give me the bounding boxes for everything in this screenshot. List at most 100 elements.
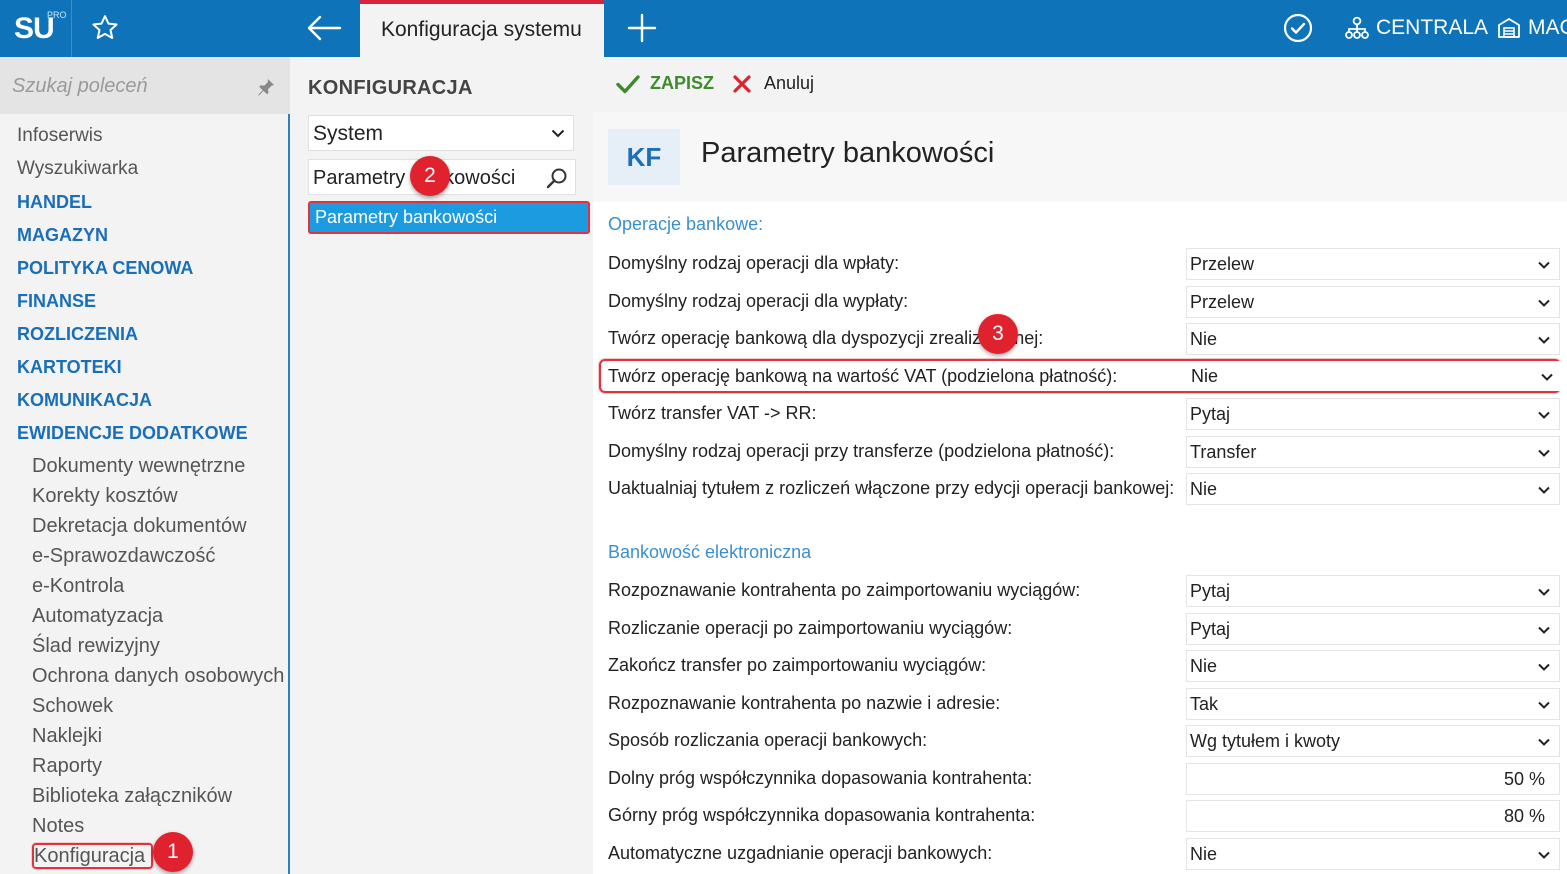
setting-value: 50 % [1503, 769, 1545, 789]
top-bar: SU PRO Konfiguracja systemu CENTRALA MAG [0, 0, 1567, 57]
chevron-down-icon [1541, 373, 1553, 381]
setting-select[interactable]: Pytaj [1186, 613, 1560, 645]
save-label: ZAPISZ [650, 73, 715, 93]
setting-select[interactable]: Nie [1186, 838, 1560, 870]
setting-number-input[interactable]: 50 % [1186, 763, 1560, 795]
setting-row: Zakończ transfer po zaimportowaniu wycią… [608, 650, 1560, 682]
plus-icon[interactable] [626, 12, 658, 44]
star-icon[interactable] [90, 13, 120, 43]
setting-select[interactable]: Nie [1186, 323, 1560, 355]
sidebar-item-dekretacja-dokumentow[interactable]: Dekretacja dokumentów [0, 514, 290, 544]
sidebar-item-e-kontrola[interactable]: e-Kontrola [0, 574, 290, 604]
module-code: KF [626, 142, 662, 172]
setting-label: Górny próg współczynnika dopasowania kon… [608, 805, 1036, 825]
setting-label: Twórz transfer VAT -> RR: [608, 403, 817, 423]
centrala-button[interactable]: CENTRALA [1344, 13, 1488, 43]
setting-label: Automatyczne uzgadnianie operacji bankow… [608, 843, 993, 863]
magazyn-button[interactable]: MAG [1496, 13, 1567, 43]
chevron-down-icon [1538, 486, 1550, 494]
setting-select[interactable]: Tak [1186, 688, 1560, 720]
sidebar-item-ochrona-danych[interactable]: Ochrona danych osobowych [0, 664, 290, 694]
setting-value: Wg tytułem i kwoty [1190, 731, 1341, 751]
setting-row: Automatyczne uzgadnianie operacji bankow… [608, 838, 1560, 870]
check-circle-icon[interactable] [1282, 12, 1314, 44]
setting-row: Rozliczanie operacji po zaimportowaniu w… [608, 613, 1560, 645]
toolbar: ZAPISZ Anuluj [600, 57, 1567, 112]
magazyn-label: MAG [1528, 16, 1567, 39]
setting-select[interactable]: Pytaj [1186, 575, 1560, 607]
chevron-down-icon [1538, 411, 1550, 419]
sidebar-item-raporty[interactable]: Raporty [0, 754, 290, 784]
setting-value: Nie [1191, 366, 1219, 386]
setting-value: Transfer [1190, 442, 1257, 462]
sidebar-item-notes[interactable]: Notes [0, 814, 290, 844]
sidebar-section-rozliczenia[interactable]: ROZLICZENIA [0, 322, 290, 355]
org-tree-icon [1345, 16, 1369, 39]
sidebar-item-automatyzacja[interactable]: Automatyzacja [0, 604, 290, 634]
sidebar-section-finanse[interactable]: FINANSE [0, 289, 290, 322]
setting-row: Domyślny rodzaj operacji dla wpłaty: Prz… [608, 248, 1560, 280]
setting-select[interactable]: Przelew [1186, 248, 1560, 280]
setting-select[interactable]: Nie [1186, 473, 1560, 505]
back-arrow-icon[interactable] [304, 12, 344, 44]
setting-select[interactable]: Nie [1186, 650, 1560, 682]
sidebar-section-magazyn[interactable]: MAGAZYN [0, 223, 290, 256]
setting-label: Rozpoznawanie kontrahenta po nazwie i ad… [608, 693, 1001, 713]
sidebar-item-slad-rewizyjny[interactable]: Ślad rewizyjny [0, 634, 290, 664]
setting-row: Uaktualniaj tytułem z rozliczeń włączone… [608, 473, 1560, 505]
sidebar-item-infoserwis[interactable]: Infoserwis [0, 124, 290, 157]
command-search-input[interactable] [12, 69, 242, 103]
setting-value: Pytaj [1190, 404, 1231, 424]
setting-label: Domyślny rodzaj operacji przy transferze… [608, 441, 1115, 461]
setting-select[interactable]: Wg tytułem i kwoty [1186, 725, 1560, 757]
chevron-down-icon [1538, 449, 1550, 457]
category-select[interactable]: System [308, 115, 574, 151]
chevron-down-icon [1538, 851, 1550, 859]
section-title-bankowosc-elektroniczna: Bankowość elektroniczna [608, 542, 812, 562]
setting-select[interactable]: Pytaj [1186, 398, 1560, 430]
app-logo[interactable]: SU PRO [14, 10, 67, 46]
chevron-down-icon [1538, 588, 1550, 596]
setting-value: Nie [1190, 844, 1218, 864]
page-title: Parametry bankowości [701, 137, 995, 169]
setting-number-input[interactable]: 80 % [1186, 800, 1560, 832]
sidebar-section-handel[interactable]: HANDEL [0, 190, 290, 223]
setting-label: Uaktualniaj tytułem z rozliczeń włączone… [608, 478, 1175, 498]
chevron-down-icon [1538, 626, 1550, 634]
setting-select[interactable]: Przelew [1186, 286, 1560, 318]
sidebar-item-konfiguracja[interactable]: Konfiguracja [0, 843, 290, 874]
sidebar-item-label: Konfiguracja [32, 843, 154, 869]
setting-row: Domyślny rodzaj operacji dla wypłaty: Pr… [608, 286, 1560, 318]
sidebar-item-naklejki[interactable]: Naklejki [0, 724, 290, 754]
pin-icon[interactable] [256, 77, 276, 97]
cancel-button[interactable]: Anuluj [732, 73, 814, 94]
setting-select[interactable]: Nie [1188, 361, 1562, 391]
setting-value: Nie [1190, 479, 1218, 499]
setting-value: Pytaj [1190, 581, 1231, 601]
tab-konfiguracja-systemu[interactable]: Konfiguracja systemu [360, 0, 604, 57]
sidebar-item-schowek[interactable]: Schowek [0, 694, 290, 724]
setting-value: Przelew [1190, 292, 1255, 312]
setting-select[interactable]: Transfer [1186, 436, 1560, 468]
setting-row: Twórz operację bankową dla dyspozycji zr… [608, 323, 1560, 355]
sidebar-item-dokumenty-wewnetrzne[interactable]: Dokumenty wewnętrzne [0, 454, 290, 484]
chevron-down-icon [1538, 663, 1550, 671]
sidebar-item-wyszukiwarka[interactable]: Wyszukiwarka [0, 157, 290, 190]
sidebar-item-biblioteka-zalacznikow[interactable]: Biblioteka załączników [0, 784, 290, 814]
sidebar-item-e-sprawozdawczosc[interactable]: e-Sprawozdawczość [0, 544, 290, 574]
sidebar-item-korekty-kosztow[interactable]: Korekty kosztów [0, 484, 290, 514]
config-result-item[interactable]: Parametry bankowości [308, 201, 590, 234]
check-icon [616, 74, 640, 93]
setting-row: Rozpoznawanie kontrahenta po zaimportowa… [608, 575, 1560, 607]
sidebar-section-komunikacja[interactable]: KOMUNIKACJA [0, 388, 290, 421]
sidebar-section-kartoteki[interactable]: KARTOTEKI [0, 355, 290, 388]
search-icon[interactable] [545, 166, 569, 190]
setting-value: Tak [1190, 694, 1219, 714]
setting-value: Nie [1190, 329, 1218, 349]
sidebar-section-polityka-cenowa[interactable]: POLITYKA CENOWA [0, 256, 290, 289]
sidebar-section-ewidencje-dodatkowe[interactable]: EWIDENCJE DODATKOWE [0, 421, 290, 454]
centrala-label: CENTRALA [1376, 16, 1489, 39]
save-button[interactable]: ZAPISZ [616, 73, 714, 94]
setting-label: Sposób rozliczania operacji bankowych: [608, 730, 928, 750]
setting-row-highlighted: Twórz operację bankową na wartość VAT (p… [599, 359, 1562, 393]
